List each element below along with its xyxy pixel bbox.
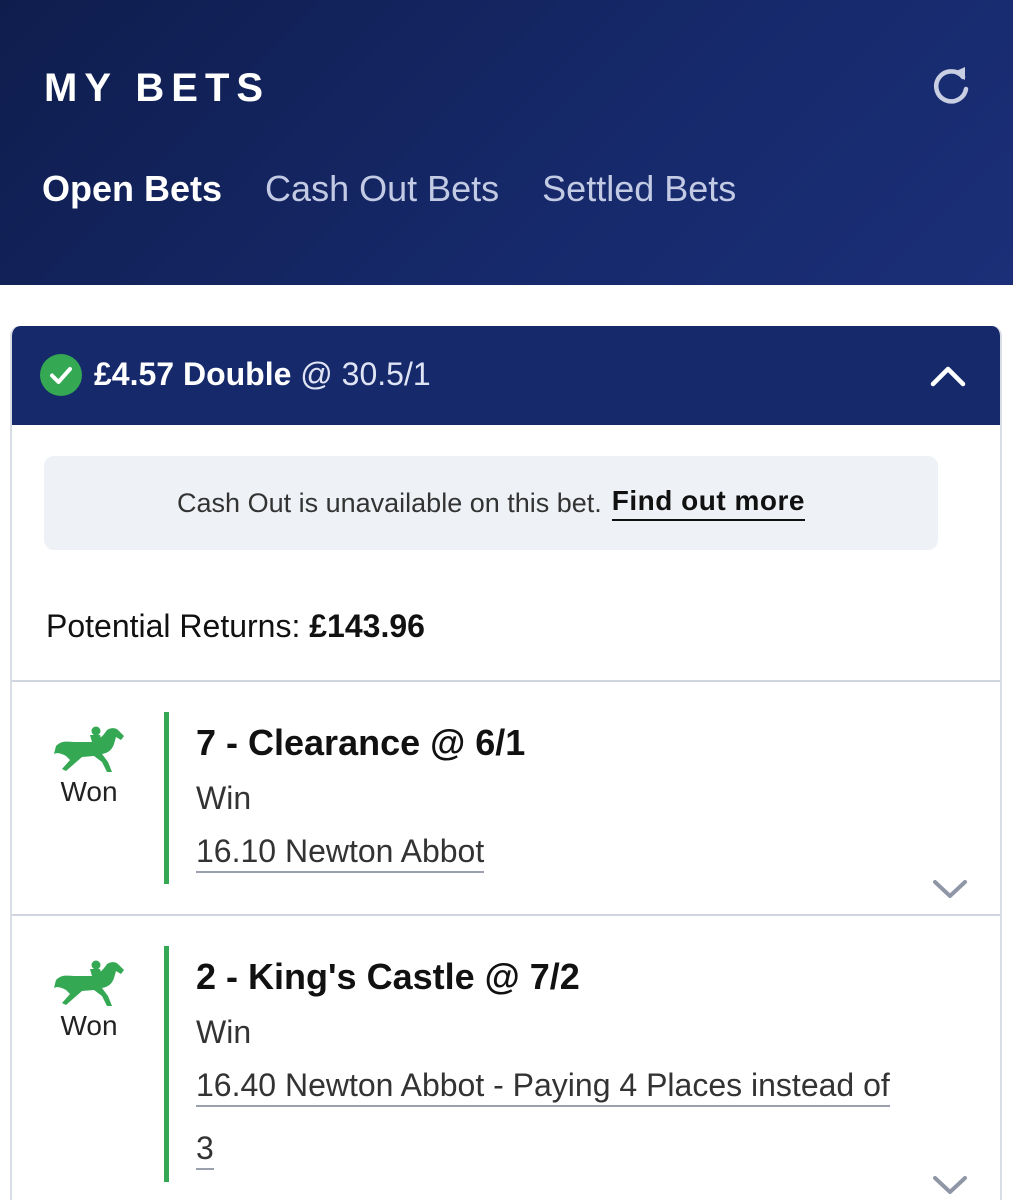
status-bar <box>164 712 169 884</box>
returns-label: Potential Returns: <box>46 608 301 644</box>
bet-card: £4.57 Double @ 30.5/1 Cash Out is unavai… <box>10 326 1002 1200</box>
tab-settled-bets[interactable]: Settled Bets <box>542 168 736 210</box>
bet-summary: £4.57 Double @ 30.5/1 <box>94 356 431 393</box>
refresh-button[interactable] <box>926 58 976 110</box>
page-title: MY BETS <box>44 66 271 110</box>
selection-status: Won <box>60 1010 118 1041</box>
bet-tabs: Open Bets Cash Out Bets Settled Bets <box>42 168 779 210</box>
cashout-notice-text: Cash Out is unavailable on this bet. <box>177 487 602 518</box>
chevron-down-icon[interactable] <box>930 1170 970 1200</box>
bet-card-header[interactable]: £4.57 Double @ 30.5/1 <box>12 326 1000 425</box>
horse-racing-icon <box>54 726 124 772</box>
tab-cash-out-bets[interactable]: Cash Out Bets <box>265 168 499 210</box>
selection-row[interactable]: Won 2 - King's Castle @ 7/2 Win 16.40 Ne… <box>12 916 1000 1200</box>
app-header: MY BETS Open Bets Cash Out Bets Settled … <box>0 0 1013 285</box>
status-bar <box>164 946 169 1182</box>
selection-market: Win <box>196 780 252 816</box>
returns-value: £143.96 <box>309 608 425 644</box>
selection-status: Won <box>60 776 118 807</box>
bet-odds: @ 30.5/1 <box>300 356 431 392</box>
selection-event[interactable]: 16.40 Newton Abbot - Paying 4 Places ins… <box>196 1054 896 1180</box>
horse-racing-icon <box>54 960 124 1006</box>
selection-name: 7 - Clearance @ 6/1 <box>196 722 526 763</box>
refresh-icon <box>934 67 969 104</box>
selection-event[interactable]: 16.10 Newton Abbot <box>196 820 896 883</box>
bet-stake: £4.57 <box>94 356 175 392</box>
find-out-more-link[interactable]: Find out more <box>611 485 805 521</box>
chevron-up-icon[interactable] <box>928 356 968 396</box>
tab-open-bets[interactable]: Open Bets <box>42 168 222 210</box>
check-circle-icon <box>40 354 82 396</box>
selection-market: Win <box>196 1014 252 1050</box>
cashout-notice: Cash Out is unavailable on this bet. Fin… <box>44 456 938 550</box>
bet-type: Double <box>182 356 292 392</box>
selection-name: 2 - King's Castle @ 7/2 <box>196 956 580 997</box>
chevron-down-icon[interactable] <box>930 874 970 904</box>
potential-returns: Potential Returns: £143.96 <box>46 608 425 645</box>
selection-row[interactable]: Won 7 - Clearance @ 6/1 Win 16.10 Newton… <box>12 682 1000 914</box>
